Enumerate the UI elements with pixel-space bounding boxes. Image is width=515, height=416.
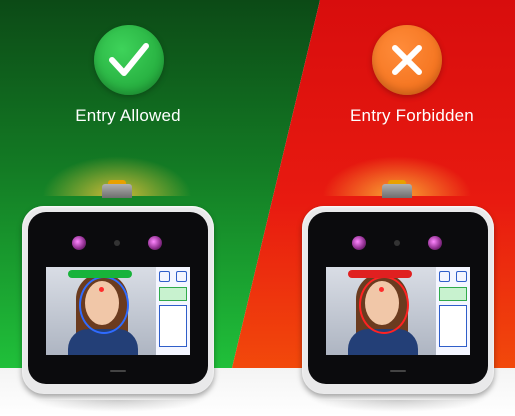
info-box — [159, 305, 187, 347]
ir-sensor-right — [148, 236, 162, 250]
face-photo — [326, 267, 436, 355]
face-photo — [46, 267, 156, 355]
check-badge — [94, 25, 164, 95]
bell-icon — [159, 271, 170, 282]
screen-side-panel — [156, 267, 190, 355]
date-box — [439, 287, 467, 301]
device-bezel — [28, 212, 208, 384]
camera-lens — [114, 240, 120, 246]
date-box — [159, 287, 187, 301]
entry-forbidden-caption: Entry Forbidden — [350, 106, 474, 125]
check-icon — [109, 43, 149, 76]
device-chin-line — [110, 370, 126, 372]
ir-sensor-right — [428, 236, 442, 250]
home-icon — [456, 271, 467, 282]
device-reflection — [312, 400, 484, 412]
entry-allowed-caption: Entry Allowed — [75, 106, 181, 125]
x-icon — [392, 45, 422, 75]
ir-sensor-left — [352, 236, 366, 250]
x-badge — [372, 25, 442, 95]
device-screen — [46, 267, 190, 355]
camera-lens — [394, 240, 400, 246]
temperature-tag-abnormal — [348, 270, 412, 278]
face-detection-ring — [359, 276, 409, 334]
device-reflection — [32, 400, 204, 412]
face-detection-ring — [79, 276, 129, 334]
bell-icon — [439, 271, 450, 282]
device-screen — [326, 267, 470, 355]
status-light-base — [102, 184, 132, 198]
device-chin-line — [390, 370, 406, 372]
status-light-base — [382, 184, 412, 198]
temperature-tag-normal — [68, 270, 132, 278]
ir-sensor-left — [72, 236, 86, 250]
home-icon — [176, 271, 187, 282]
info-box — [439, 305, 467, 347]
screen-side-panel — [436, 267, 470, 355]
device-bezel — [308, 212, 488, 384]
